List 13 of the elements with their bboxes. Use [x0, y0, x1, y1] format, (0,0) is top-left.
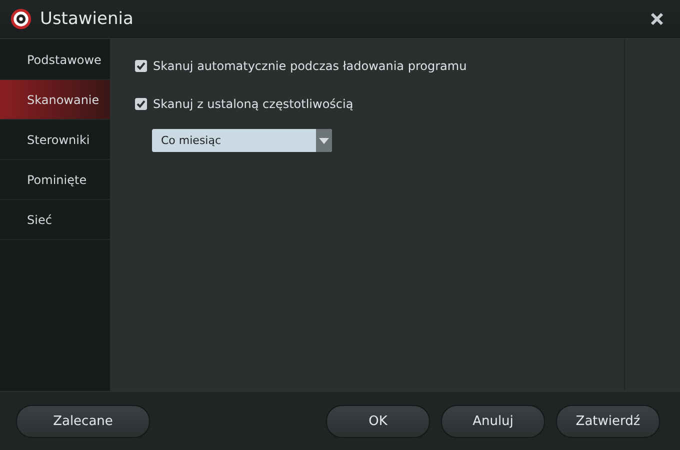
frequency-dropdown[interactable]: Co miesiąc: [152, 129, 332, 152]
window-title: Ustawienia: [40, 9, 134, 29]
close-icon[interactable]: [650, 12, 664, 26]
checkbox[interactable]: [135, 98, 147, 110]
checkbox-label: Skanuj z ustaloną częstotliwością: [153, 97, 354, 111]
sidebar-item[interactable]: Skanowanie: [0, 80, 110, 120]
dropdown-arrow-icon: [319, 138, 329, 144]
checkbox-label: Skanuj automatycznie podczas ładowania programu: [153, 59, 467, 73]
checkbox[interactable]: [135, 60, 147, 72]
dialog-button[interactable]: Zalecane: [16, 404, 150, 438]
dialog-button[interactable]: OK: [326, 404, 430, 438]
dialog-button[interactable]: Zatwierdź: [556, 404, 660, 438]
dialog-button[interactable]: Anuluj: [441, 404, 545, 438]
